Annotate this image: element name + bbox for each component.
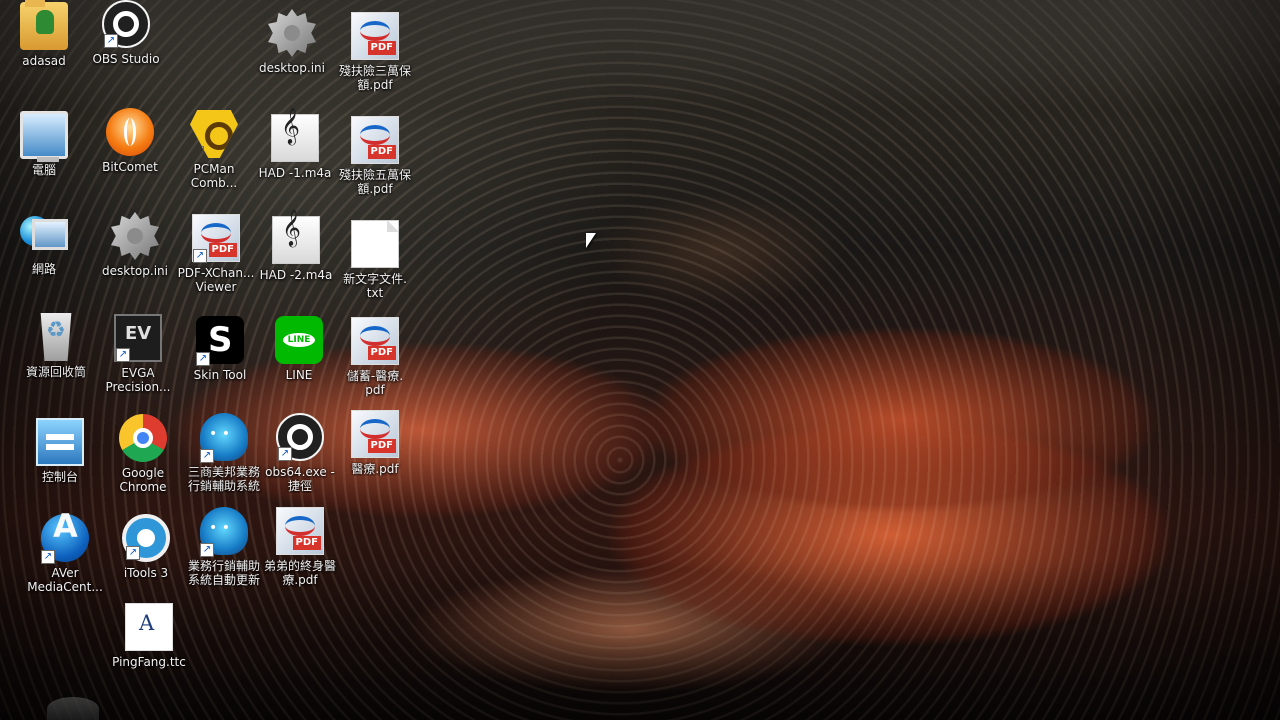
desktop-screen: adasad ↗ OBS Studio desktop.ini 殘扶險三萬保 額… bbox=[0, 0, 1280, 720]
desktop-icon-label: HAD -2.m4a bbox=[259, 268, 333, 282]
desktop-icon-control-panel[interactable]: 控制台 bbox=[16, 418, 104, 512]
desktop-icon-label: 三商美邦業務 行銷輔助系統 bbox=[187, 465, 260, 493]
shortcut-arrow-icon: ↗ bbox=[196, 352, 210, 366]
pdf-icon bbox=[351, 410, 399, 458]
desktop-icon-label: 業務行銷輔助 系統自動更新 bbox=[187, 559, 260, 587]
desktop-icon-label: LINE bbox=[285, 368, 313, 382]
desktop-icon-label: PCMan Comb... bbox=[190, 162, 238, 190]
font-file-icon bbox=[125, 603, 173, 651]
pdf-icon bbox=[276, 507, 324, 555]
desktop-icons: adasad ↗ OBS Studio desktop.ini 殘扶險三萬保 額… bbox=[0, 0, 1280, 720]
desktop-icon-label: 控制台 bbox=[41, 470, 78, 484]
desktop-icon-recycle-bin[interactable]: 資源回收筒 bbox=[12, 313, 100, 407]
desktop-icon-desktop-ini[interactable]: desktop.ini bbox=[248, 9, 336, 103]
desktop-icon-label: desktop.ini bbox=[259, 61, 325, 75]
desktop-icon-label: 儲蓄-醫療. pdf bbox=[346, 369, 404, 397]
pdf-viewer-icon: ↗ bbox=[192, 214, 240, 263]
user-folder-icon bbox=[20, 0, 68, 50]
evga-icon: ↗ bbox=[114, 314, 162, 362]
desktop-icon-pcman[interactable]: ↗ PCMan Comb... bbox=[170, 110, 258, 204]
desktop-icon-label: AVer MediaCent... bbox=[27, 566, 103, 594]
desktop-icon-auto-update[interactable]: ↗ 業務行銷輔助 系統自動更新 bbox=[180, 507, 268, 601]
settings-file-icon bbox=[111, 212, 159, 260]
desktop-icon-label: 殘扶險三萬保 額.pdf bbox=[338, 64, 411, 92]
desktop-icon-pdf-2[interactable]: 殘扶險五萬保 額.pdf bbox=[331, 116, 419, 210]
shortcut-arrow-icon: ↗ bbox=[126, 546, 140, 560]
robot-app-icon: ↗ bbox=[200, 413, 248, 463]
shortcut-arrow-icon: ↗ bbox=[116, 348, 130, 362]
line-app-icon bbox=[275, 316, 323, 364]
partial-desktop-icon bbox=[47, 697, 99, 720]
desktop-icon-label: EVGA Precision... bbox=[105, 366, 171, 394]
obs-icon: ↗ bbox=[276, 413, 324, 461]
desktop-icon-label: 電腦 bbox=[31, 163, 56, 177]
desktop-icon-label: 醫療.pdf bbox=[351, 462, 399, 476]
shortcut-arrow-icon: ↗ bbox=[190, 146, 204, 158]
desktop-icon-desktop-ini-2[interactable]: desktop.ini bbox=[91, 212, 179, 306]
desktop-icon-skin-tool[interactable]: ↗ Skin Tool bbox=[176, 316, 264, 410]
pdf-icon bbox=[351, 116, 399, 164]
desktop-icon-obs-studio[interactable]: ↗ OBS Studio bbox=[82, 0, 170, 94]
desktop-icon-label: Google Chrome bbox=[119, 466, 167, 494]
pdf-icon bbox=[351, 317, 399, 365]
desktop-icon-computer[interactable]: 電腦 bbox=[0, 111, 88, 205]
desktop-icon-itools-3[interactable]: ↗ iTools 3 bbox=[102, 514, 190, 608]
mouse-pointer-icon bbox=[586, 233, 596, 248]
desktop-icon-google-chrome[interactable]: Google Chrome bbox=[99, 414, 187, 508]
itools-icon: ↗ bbox=[122, 514, 170, 562]
audio-file-icon bbox=[271, 114, 319, 162]
desktop-icon-had-2[interactable]: HAD -2.m4a bbox=[252, 216, 340, 310]
recycle-bin-icon bbox=[40, 313, 72, 361]
desktop-icon-bitcomet[interactable]: BitComet bbox=[86, 108, 174, 202]
bitcomet-icon bbox=[106, 108, 154, 156]
desktop-icon-label: adasad bbox=[22, 54, 66, 68]
chrome-icon bbox=[119, 414, 167, 462]
desktop-icon-label: PDF-XChan... Viewer bbox=[177, 266, 255, 294]
shortcut-arrow-icon: ↗ bbox=[41, 550, 55, 564]
desktop-icon-label: 新文字文件. txt bbox=[343, 272, 407, 300]
desktop-icon-label: 弟弟的終身醫 療.pdf bbox=[263, 559, 336, 587]
desktop-icon-medical-pdf[interactable]: 醫療.pdf bbox=[331, 410, 419, 504]
desktop-icon-label: 殘扶險五萬保 額.pdf bbox=[338, 168, 411, 196]
desktop-icon-pdf-3[interactable]: 儲蓄-醫療. pdf bbox=[331, 317, 419, 411]
desktop-icon-label: iTools 3 bbox=[123, 566, 169, 580]
desktop-icon-label: 資源回收筒 bbox=[25, 365, 86, 379]
shortcut-arrow-icon: ↗ bbox=[200, 543, 214, 557]
desktop-icon-evga[interactable]: ↗ EVGA Precision... bbox=[94, 314, 182, 408]
desktop-icon-pdf-xchange-viewer[interactable]: ↗ PDF-XChan... Viewer bbox=[172, 214, 260, 308]
control-panel-icon bbox=[36, 418, 84, 466]
desktop-icon-adasad[interactable]: adasad bbox=[0, 0, 88, 96]
desktop-icon-label: OBS Studio bbox=[92, 52, 160, 66]
text-file-icon bbox=[351, 220, 399, 268]
aver-media-icon: ↗ bbox=[41, 514, 89, 564]
shortcut-arrow-icon: ↗ bbox=[104, 34, 118, 48]
desktop-icon-had-1[interactable]: HAD -1.m4a bbox=[251, 114, 339, 208]
network-icon bbox=[20, 210, 68, 258]
computer-icon bbox=[20, 111, 68, 162]
shortcut-arrow-icon: ↗ bbox=[193, 249, 207, 263]
settings-file-icon bbox=[268, 9, 316, 57]
desktop-icon-mercuries-assist[interactable]: ↗ 三商美邦業務 行銷輔助系統 bbox=[180, 413, 268, 507]
desktop-icon-new-text[interactable]: 新文字文件. txt bbox=[331, 220, 419, 314]
skin-tool-icon: ↗ bbox=[196, 316, 244, 366]
audio-file-icon bbox=[272, 216, 320, 264]
robot-app-icon: ↗ bbox=[200, 507, 248, 557]
pdf-icon bbox=[351, 12, 399, 60]
shortcut-arrow-icon: ↗ bbox=[200, 449, 214, 463]
pcman-icon: ↗ bbox=[190, 110, 238, 158]
desktop-icon-brother-pdf[interactable]: 弟弟的終身醫 療.pdf bbox=[256, 507, 344, 601]
desktop-icon-network[interactable]: 網路 bbox=[0, 210, 88, 304]
desktop-icon-label: HAD -1.m4a bbox=[258, 166, 332, 180]
desktop-icon-label: 網路 bbox=[31, 262, 56, 276]
obs-icon: ↗ bbox=[102, 0, 150, 48]
shortcut-arrow-icon: ↗ bbox=[278, 447, 292, 461]
desktop-icon-pdf-1[interactable]: 殘扶險三萬保 額.pdf bbox=[331, 12, 419, 106]
desktop-icon-label: PingFang.ttc bbox=[112, 655, 186, 669]
desktop-icon-label: Skin Tool bbox=[193, 368, 247, 382]
desktop-icon-label: desktop.ini bbox=[102, 264, 168, 278]
desktop-icon-line[interactable]: LINE bbox=[255, 316, 343, 410]
desktop-icon-label: BitComet bbox=[102, 160, 158, 174]
desktop-icon-pingfang[interactable]: PingFang.ttc bbox=[105, 603, 193, 697]
desktop-icon-aver-mediacenter[interactable]: ↗ AVer MediaCent... bbox=[21, 514, 109, 608]
